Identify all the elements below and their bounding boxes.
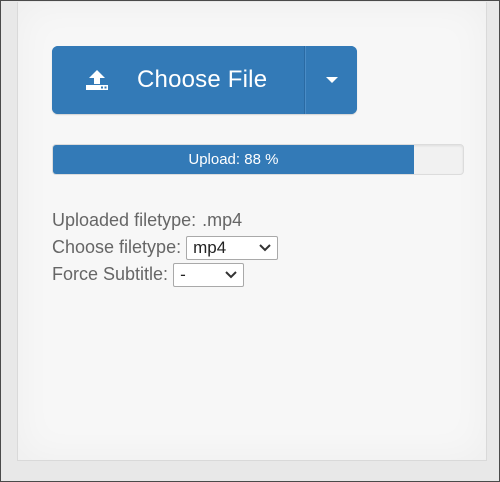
subtitle-select[interactable]: -	[173, 262, 245, 287]
caret-down-icon	[325, 77, 338, 83]
force-subtitle-row: Force Subtitle: -	[52, 261, 278, 288]
choose-file-label: Choose File	[137, 66, 268, 93]
choose-file-dropdown-toggle[interactable]	[305, 46, 357, 114]
upload-progress-bar: Upload: 88 %	[53, 145, 414, 174]
uploaded-filetype-row: Uploaded filetype: .mp4	[52, 207, 278, 234]
chevron-down-icon	[225, 270, 237, 278]
force-subtitle-label: Force Subtitle:	[52, 264, 169, 284]
upload-progress: Upload: 88 %	[52, 144, 464, 175]
uploaded-filetype-label: Uploaded filetype:	[52, 210, 197, 230]
uploaded-filetype-value: .mp4	[202, 210, 243, 230]
subtitle-select-value: -	[180, 265, 186, 284]
choose-filetype-label: Choose filetype:	[52, 237, 182, 257]
filetype-select-value: mp4	[193, 238, 227, 257]
choose-filetype-row: Choose filetype: mp4	[52, 234, 279, 261]
file-info: Uploaded filetype: .mp4 Choose filetype:…	[52, 207, 279, 288]
filetype-select[interactable]: mp4	[186, 235, 279, 260]
upload-progress-label: Upload: 88 %	[188, 151, 279, 168]
upload-icon	[86, 70, 108, 90]
choose-file-button[interactable]: Choose File	[52, 46, 305, 114]
chevron-down-icon	[259, 243, 271, 251]
choose-file-button-group: Choose File	[52, 46, 357, 114]
